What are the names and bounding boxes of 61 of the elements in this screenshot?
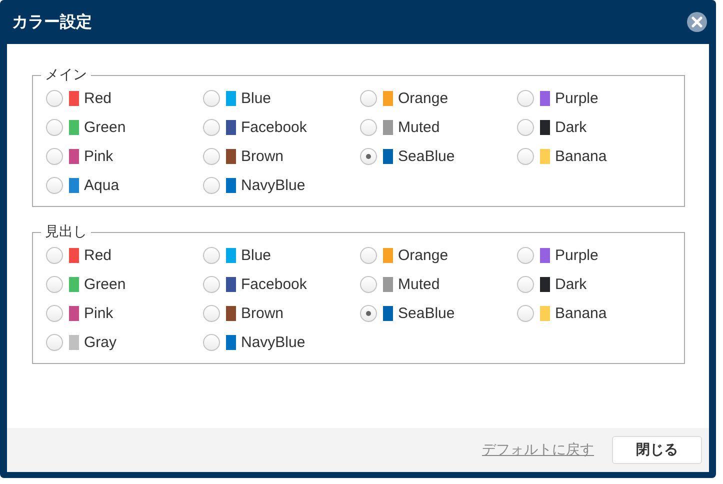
radio-button[interactable] [517, 90, 534, 107]
radio-button[interactable] [203, 276, 220, 293]
option-label: Red [84, 90, 112, 107]
radio-button[interactable] [203, 334, 220, 351]
option-label: Red [84, 247, 112, 264]
option-label: Muted [398, 119, 440, 136]
option-label: Aqua [84, 177, 120, 194]
group-legend: メイン [41, 66, 91, 84]
option-label: Brown [241, 305, 284, 322]
radio-button[interactable] [46, 148, 63, 165]
radio-button[interactable] [203, 305, 220, 322]
window-title: カラー設定 [12, 12, 92, 32]
radio-button[interactable] [46, 90, 63, 107]
option-label: Facebook [241, 276, 307, 293]
radio-button[interactable] [46, 305, 63, 322]
option-label: NavyBlue [241, 334, 306, 351]
option-label: Pink [84, 305, 114, 322]
radio-button[interactable] [46, 119, 63, 136]
radio-button[interactable] [360, 247, 377, 264]
option-label: Banana [555, 148, 607, 165]
radio-button[interactable] [517, 276, 534, 293]
radio-button[interactable] [360, 305, 377, 322]
radio-button[interactable] [203, 247, 220, 264]
option-label: Pink [84, 148, 114, 165]
option-label: SeaBlue [398, 305, 455, 322]
option-label: Blue [241, 90, 272, 107]
radio-button[interactable] [517, 305, 534, 322]
option-label: Purple [555, 247, 598, 264]
radio-button[interactable] [46, 276, 63, 293]
option-label: Blue [241, 247, 272, 264]
option-label: Dark [555, 119, 587, 136]
option-label: NavyBlue [241, 177, 306, 194]
radio-button[interactable] [203, 148, 220, 165]
close-button[interactable]: 閉じる [612, 436, 702, 464]
option-label: SeaBlue [398, 148, 455, 165]
option-label: Banana [555, 305, 607, 322]
option-label: Orange [398, 90, 448, 107]
radio-button[interactable] [517, 148, 534, 165]
option-label: Orange [398, 247, 448, 264]
close-icon[interactable] [686, 11, 708, 33]
radio-button[interactable] [360, 148, 377, 165]
option-label: Brown [241, 148, 284, 165]
radio-button[interactable] [203, 90, 220, 107]
radio-button[interactable] [360, 119, 377, 136]
option-label: Purple [555, 90, 598, 107]
radio-button[interactable] [46, 177, 63, 194]
radio-button[interactable] [46, 247, 63, 264]
option-label: Muted [398, 276, 440, 293]
radio-button[interactable] [203, 177, 220, 194]
option-label: Dark [555, 276, 587, 293]
option-label: Gray [84, 334, 117, 351]
group-legend: 見出し [41, 223, 91, 241]
option-label: Facebook [241, 119, 307, 136]
option-label: Green [84, 276, 126, 293]
option-label: Green [84, 119, 126, 136]
radio-button[interactable] [517, 119, 534, 136]
radio-button[interactable] [203, 119, 220, 136]
radio-button[interactable] [46, 334, 63, 351]
radio-button[interactable] [517, 247, 534, 264]
radio-button[interactable] [360, 276, 377, 293]
radio-button[interactable] [360, 90, 377, 107]
